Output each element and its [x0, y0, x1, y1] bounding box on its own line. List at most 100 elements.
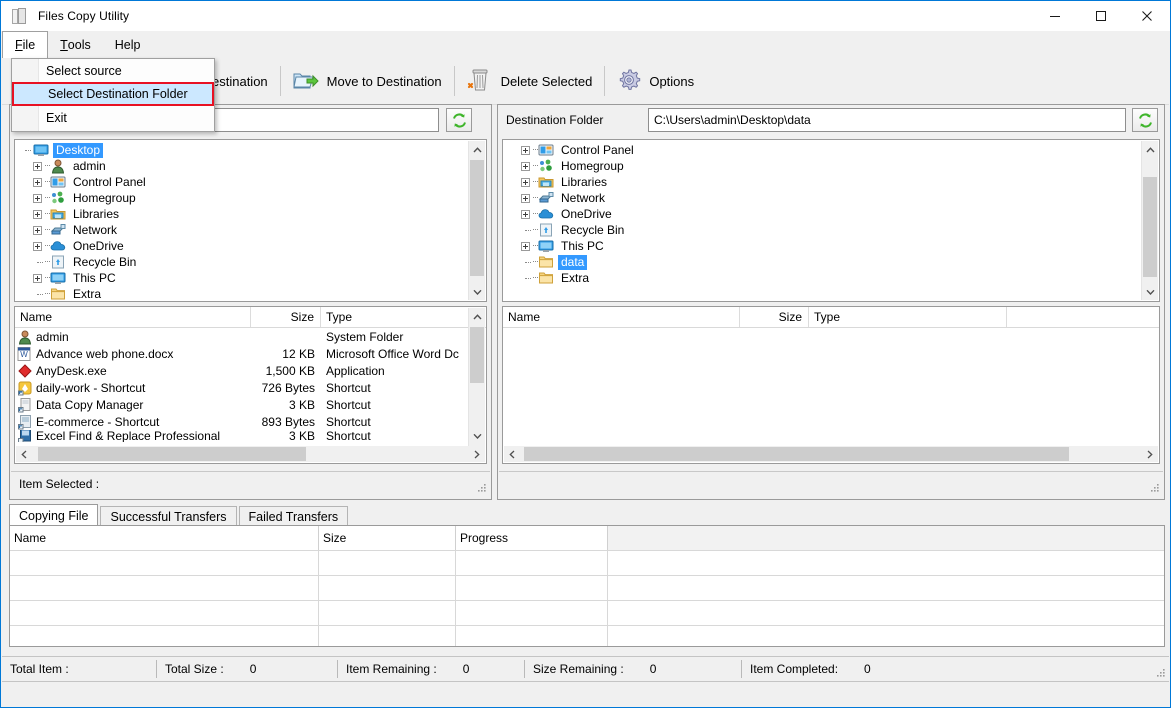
- scroll-thumb[interactable]: [470, 327, 484, 383]
- tree-expander-plus[interactable]: [521, 177, 530, 187]
- tree-node[interactable]: Network: [15, 222, 469, 238]
- tree-node[interactable]: Recycle Bin: [15, 254, 469, 270]
- minimize-icon[interactable]: [1032, 1, 1078, 31]
- menu-item-select-source[interactable]: Select source: [12, 59, 214, 82]
- transfer-grid[interactable]: Name Size Progress: [9, 525, 1165, 647]
- tree-node[interactable]: Homegroup: [503, 158, 1142, 174]
- close-icon[interactable]: [1124, 1, 1170, 31]
- tab-copying-file[interactable]: Copying File: [9, 504, 99, 526]
- move-to-destination-button[interactable]: Move to Destination: [283, 61, 452, 101]
- scroll-track[interactable]: [520, 446, 1142, 462]
- tree-node[interactable]: admin: [15, 158, 469, 174]
- options-button[interactable]: Options: [607, 61, 704, 101]
- destination-tree-vertical-scrollbar[interactable]: [1141, 141, 1158, 300]
- destination-list-horizontal-scrollbar[interactable]: [504, 446, 1158, 462]
- column-header-name[interactable]: Name: [15, 307, 251, 327]
- source-tree-vertical-scrollbar[interactable]: [468, 141, 485, 300]
- tree-node[interactable]: OneDrive: [15, 238, 469, 254]
- tree-node[interactable]: Network: [503, 190, 1142, 206]
- scroll-track[interactable]: [32, 446, 469, 462]
- scroll-thumb[interactable]: [524, 447, 1069, 461]
- column-header-type[interactable]: Type: [321, 307, 470, 327]
- tree-node[interactable]: OneDrive: [503, 206, 1142, 222]
- source-list-vertical-scrollbar[interactable]: [468, 308, 485, 462]
- source-file-list[interactable]: Name Size Type admin System Folder W Adv: [14, 306, 487, 464]
- table-row[interactable]: daily-work - Shortcut 726 Bytes Shortcut: [15, 379, 486, 396]
- menu-item-exit[interactable]: Exit: [12, 106, 214, 129]
- table-row[interactable]: W Advance web phone.docx 12 KB Microsoft…: [15, 345, 486, 362]
- grid-column-name[interactable]: Name: [10, 526, 319, 550]
- scroll-right-icon[interactable]: [469, 450, 485, 459]
- source-folder-tree[interactable]: Desktop admin Control Panel Homegroup Li…: [14, 139, 487, 302]
- maximize-icon[interactable]: [1078, 1, 1124, 31]
- destination-refresh-button[interactable]: [1132, 108, 1158, 132]
- tree-node[interactable]: This PC: [503, 238, 1142, 254]
- table-row[interactable]: [10, 550, 1164, 575]
- tree-expander-plus[interactable]: [33, 273, 42, 283]
- scroll-down-icon[interactable]: [469, 283, 485, 300]
- tree-node[interactable]: Control Panel: [15, 174, 469, 190]
- table-row[interactable]: [10, 600, 1164, 625]
- table-row[interactable]: Data Copy Manager 3 KB Shortcut: [15, 396, 486, 413]
- tree-expander-plus[interactable]: [33, 193, 42, 203]
- tab-successful-transfers[interactable]: Successful Transfers: [100, 506, 237, 526]
- scroll-up-icon[interactable]: [469, 141, 485, 158]
- tree-expander-plus[interactable]: [33, 177, 42, 187]
- scroll-up-icon[interactable]: [469, 308, 485, 325]
- source-list-horizontal-scrollbar[interactable]: [16, 446, 485, 462]
- scroll-down-icon[interactable]: [469, 427, 485, 444]
- status-size-remaining: Size Remaining : 0: [525, 657, 741, 681]
- scroll-up-icon[interactable]: [1142, 141, 1158, 158]
- tree-node[interactable]: Control Panel: [503, 142, 1142, 158]
- grid-column-size[interactable]: Size: [319, 526, 456, 550]
- table-row[interactable]: AnyDesk.exe 1,500 KB Application: [15, 362, 486, 379]
- tree-node[interactable]: Desktop: [15, 142, 469, 158]
- tree-node[interactable]: Libraries: [15, 206, 469, 222]
- tree-expander-plus[interactable]: [33, 209, 42, 219]
- tree-node[interactable]: Extra: [503, 270, 1142, 286]
- scroll-left-icon[interactable]: [504, 450, 520, 459]
- tree-node[interactable]: Extra: [15, 286, 469, 301]
- table-row[interactable]: admin System Folder: [15, 328, 486, 345]
- scroll-right-icon[interactable]: [1142, 450, 1158, 459]
- table-row[interactable]: [10, 625, 1164, 646]
- table-row[interactable]: [10, 575, 1164, 600]
- tree-expander-plus[interactable]: [33, 225, 42, 235]
- tree-node[interactable]: This PC: [15, 270, 469, 286]
- tree-expander-plus[interactable]: [33, 161, 42, 171]
- column-header-size[interactable]: Size: [251, 307, 321, 327]
- delete-selected-button[interactable]: Delete Selected: [457, 61, 603, 101]
- scroll-thumb[interactable]: [38, 447, 306, 461]
- destination-path-label: Destination Folder: [506, 113, 604, 127]
- table-row[interactable]: E-commerce - Shortcut 893 Bytes Shortcut: [15, 413, 486, 430]
- scroll-down-icon[interactable]: [1142, 283, 1158, 300]
- menu-tools[interactable]: Tools: [48, 31, 103, 58]
- tree-expander-plus[interactable]: [521, 161, 530, 171]
- menu-help[interactable]: Help: [103, 31, 153, 58]
- tree-node[interactable]: Recycle Bin: [503, 222, 1142, 238]
- menu-item-select-destination-folder[interactable]: Select Destination Folder: [12, 82, 214, 106]
- tree-expander-plus[interactable]: [521, 241, 530, 251]
- onedrive-cloud-icon: [50, 238, 66, 254]
- grid-column-progress[interactable]: Progress: [456, 526, 608, 550]
- tree-expander-plus[interactable]: [521, 145, 530, 155]
- tree-node[interactable]: Libraries: [503, 174, 1142, 190]
- column-header-type[interactable]: Type: [809, 307, 1007, 327]
- destination-folder-tree[interactable]: Control Panel Homegroup Libraries Networ…: [502, 139, 1160, 302]
- destination-path-input[interactable]: C:\Users\admin\Desktop\data: [648, 108, 1126, 132]
- source-refresh-button[interactable]: [446, 108, 472, 132]
- scroll-thumb[interactable]: [1143, 177, 1157, 277]
- column-header-name[interactable]: Name: [503, 307, 740, 327]
- destination-file-list[interactable]: Name Size Type: [502, 306, 1160, 464]
- tree-node[interactable]: Homegroup: [15, 190, 469, 206]
- column-header-size[interactable]: Size: [740, 307, 809, 327]
- menu-file[interactable]: File: [2, 30, 49, 59]
- tree-expander-plus[interactable]: [521, 209, 530, 219]
- table-row[interactable]: Excel Find & Replace Professional 3 KB S…: [15, 430, 486, 442]
- tree-node[interactable]: data: [503, 254, 1142, 270]
- scroll-left-icon[interactable]: [16, 450, 32, 459]
- scroll-thumb[interactable]: [470, 160, 484, 276]
- tree-expander-plus[interactable]: [521, 193, 530, 203]
- tree-expander-plus[interactable]: [33, 241, 42, 251]
- tab-failed-transfers[interactable]: Failed Transfers: [238, 506, 349, 526]
